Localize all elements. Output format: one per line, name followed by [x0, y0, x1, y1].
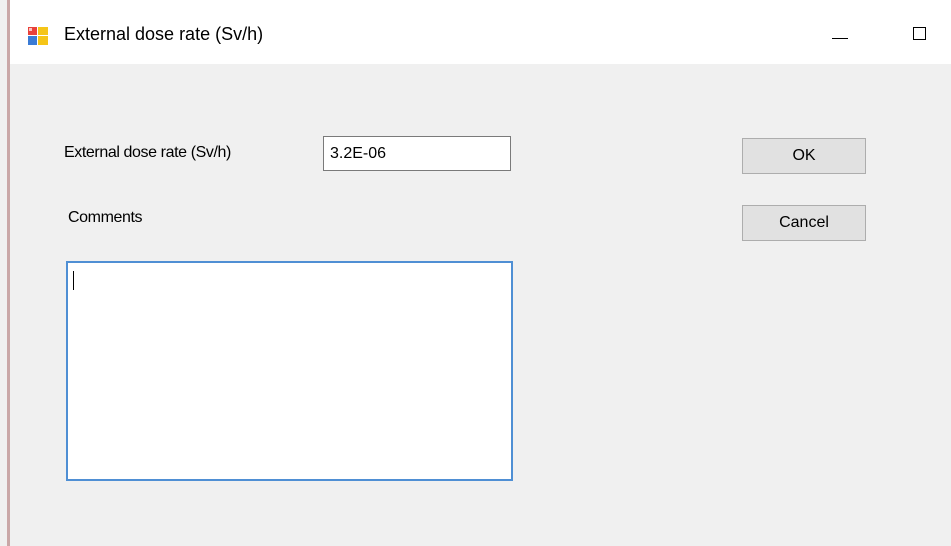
dose-rate-input[interactable]: [323, 136, 511, 171]
comments-textarea[interactable]: [66, 261, 513, 481]
dialog-window: External dose rate (Sv/h) External dose …: [0, 0, 951, 546]
comments-label: Comments: [68, 209, 143, 226]
cancel-button[interactable]: Cancel: [742, 205, 866, 241]
minimize-icon: [832, 38, 848, 39]
ok-button[interactable]: OK: [742, 138, 866, 174]
text-caret: [73, 271, 74, 290]
form-window-icon: [28, 27, 48, 45]
window-title: External dose rate (Sv/h): [64, 24, 264, 44]
window-left-border: [7, 0, 10, 546]
dose-rate-label: External dose rate (Sv/h): [64, 144, 231, 161]
maximize-button[interactable]: [898, 14, 942, 54]
minimize-button[interactable]: [818, 14, 862, 54]
maximize-icon: [913, 27, 926, 40]
title-bar[interactable]: External dose rate (Sv/h): [10, 0, 951, 64]
